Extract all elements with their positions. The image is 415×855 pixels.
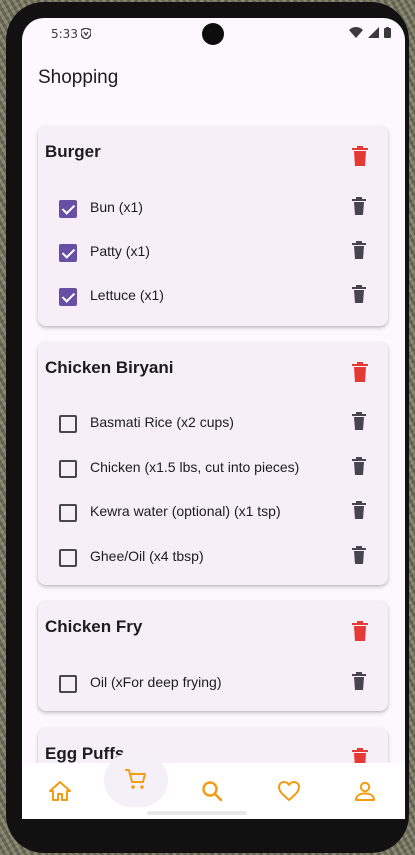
delete-item-icon[interactable] bbox=[352, 501, 366, 519]
list-item: Oil (xFor deep frying) bbox=[38, 661, 388, 705]
item-checkbox[interactable] bbox=[59, 460, 77, 478]
list-item: Ghee/Oil (x4 tbsp) bbox=[38, 535, 388, 579]
nav-home[interactable] bbox=[40, 771, 80, 811]
item-checkbox[interactable] bbox=[59, 549, 77, 567]
list-item: Patty (x1) bbox=[38, 230, 388, 274]
recipe-title: Chicken Fry bbox=[45, 617, 143, 636]
delete-item-icon[interactable] bbox=[352, 457, 366, 475]
item-label: Chicken (x1.5 lbs, cut into pieces) bbox=[90, 459, 300, 475]
battery-icon bbox=[384, 27, 391, 38]
nav-favorites[interactable] bbox=[269, 771, 309, 811]
list-item: Lettuce (x1) bbox=[38, 274, 388, 318]
recipe-card-chicken-fry: Chicken Fry Oil (xFor deep frying) bbox=[38, 601, 388, 711]
delete-item-icon[interactable] bbox=[352, 546, 366, 564]
item-checkbox[interactable] bbox=[59, 288, 77, 306]
shield-icon bbox=[80, 27, 92, 42]
delete-recipe-icon[interactable] bbox=[352, 621, 368, 641]
recipe-title: Chicken Biryani bbox=[45, 358, 174, 377]
phone-frame: 5:33 Shopping Burger Bun (x1) Patty (x1)… bbox=[6, 2, 409, 853]
item-label: Bun (x1) bbox=[90, 199, 143, 215]
nav-profile[interactable] bbox=[345, 771, 385, 811]
recipe-title: Burger bbox=[45, 142, 101, 161]
home-icon bbox=[49, 781, 71, 801]
item-label: Kewra water (optional) (x1 tsp) bbox=[90, 503, 281, 519]
item-checkbox[interactable] bbox=[59, 415, 77, 433]
cart-icon bbox=[125, 769, 146, 789]
front-camera bbox=[202, 23, 224, 45]
delete-item-icon[interactable] bbox=[352, 412, 366, 430]
nav-search[interactable] bbox=[192, 771, 232, 811]
delete-recipe-icon[interactable] bbox=[352, 362, 368, 382]
item-checkbox[interactable] bbox=[59, 675, 77, 693]
recipe-card-chicken-biryani: Chicken Biryani Basmati Rice (x2 cups) C… bbox=[38, 342, 388, 585]
status-icons bbox=[349, 27, 391, 38]
item-checkbox[interactable] bbox=[59, 504, 77, 522]
list-item: Kewra water (optional) (x1 tsp) bbox=[38, 490, 388, 534]
list-item: Bun (x1) bbox=[38, 186, 388, 230]
delete-item-icon[interactable] bbox=[352, 285, 366, 303]
status-time: 5:33 bbox=[51, 27, 78, 41]
wifi-icon bbox=[349, 27, 363, 38]
person-icon bbox=[355, 781, 375, 801]
page-title: Shopping bbox=[38, 67, 119, 88]
delete-item-icon[interactable] bbox=[352, 197, 366, 215]
list-item: Chicken (x1.5 lbs, cut into pieces) bbox=[38, 446, 388, 490]
list-item: Basmati Rice (x2 cups) bbox=[38, 401, 388, 445]
item-label: Basmati Rice (x2 cups) bbox=[90, 414, 234, 430]
item-label: Lettuce (x1) bbox=[90, 287, 164, 303]
item-label: Patty (x1) bbox=[90, 243, 150, 259]
nav-cart[interactable] bbox=[116, 759, 156, 799]
item-checkbox[interactable] bbox=[59, 244, 77, 262]
delete-recipe-icon[interactable] bbox=[352, 146, 368, 166]
search-icon bbox=[202, 781, 223, 802]
item-label: Ghee/Oil (x4 tbsp) bbox=[90, 548, 204, 564]
signal-icon bbox=[368, 27, 379, 38]
delete-item-icon[interactable] bbox=[352, 672, 366, 690]
gesture-bar[interactable] bbox=[147, 811, 247, 815]
item-label: Oil (xFor deep frying) bbox=[90, 674, 222, 690]
heart-icon bbox=[278, 781, 300, 801]
delete-item-icon[interactable] bbox=[352, 241, 366, 259]
app-screen: 5:33 Shopping Burger Bun (x1) Patty (x1)… bbox=[22, 18, 405, 819]
item-checkbox[interactable] bbox=[59, 200, 77, 218]
recipe-card-burger: Burger Bun (x1) Patty (x1) Lettuce (x1) bbox=[38, 126, 388, 326]
status-bar: 5:33 bbox=[22, 18, 405, 50]
